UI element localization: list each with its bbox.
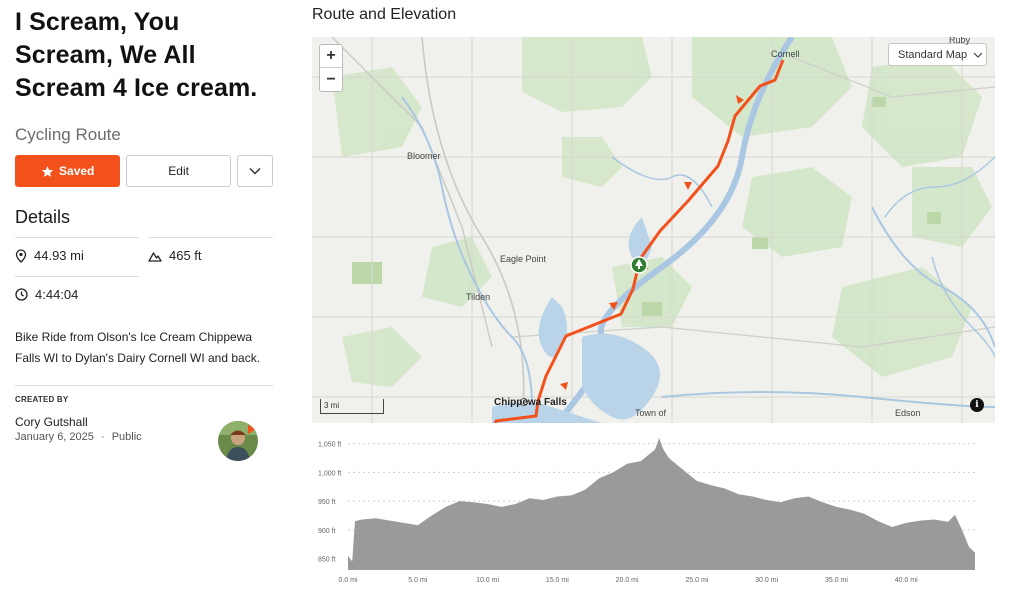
map-scale: 3 mi [320,399,384,414]
action-bar: Saved Edit [15,155,273,187]
edit-button[interactable]: Edit [126,155,231,187]
divider [15,385,273,386]
distance-stat: 44.93 mi [15,237,139,263]
duration-value: 4:44:04 [35,287,79,302]
place-chippewa-falls: Chippewa Falls [494,397,567,408]
info-icon[interactable]: i [970,398,984,412]
x-tick-label: 0.0 mi [338,577,358,584]
saved-button[interactable]: Saved [15,155,121,187]
place-cornell: Cornell [771,49,800,59]
place-tilden: Tilden [466,292,491,302]
chevron-down-icon [249,167,261,175]
y-tick-label: 900 ft [318,528,336,535]
clock-icon [15,288,28,301]
place-bloomer: Bloomer [407,151,441,161]
x-tick-label: 20.0 mi [616,577,639,584]
elevation-area [348,438,975,570]
elevation-stat: 465 ft [148,237,273,263]
x-tick-label: 5.0 mi [408,577,428,584]
meta-separator: · [100,431,105,443]
distance-value: 44.93 mi [34,248,84,263]
place-edson: Edson [895,408,921,418]
route-type: Cycling Route [15,125,121,144]
star-icon [41,165,54,177]
place-town-of: Town of [635,408,667,418]
map-canvas [312,37,995,423]
created-by-label: CREATED BY [15,395,69,404]
x-tick-label: 10.0 mi [476,577,499,584]
route-stats: 44.93 mi 465 ft 4:44:04 [15,237,273,317]
more-options-button[interactable] [236,155,273,187]
y-tick-label: 1,000 ft [318,470,341,477]
map-type-label: Standard Map [898,48,968,61]
zoom-in-button[interactable]: + [320,45,342,68]
route-description: Bike Ride from Olson's Ice Cream Chippew… [15,330,261,365]
route-map[interactable]: + − Standard Map Ruby Cornell Bloomer Ea… [312,37,995,423]
route-title: I Scream, You Scream, We All Scream 4 Ic… [15,8,258,102]
mountain-icon [148,251,162,262]
created-date: January 6, 2025 [15,431,94,443]
saved-label: Saved [59,164,95,178]
map-type-select[interactable]: Standard Map [888,43,987,66]
route-sidebar: I Scream, You Scream, We All Scream 4 Ic… [15,6,273,443]
x-tick-label: 35.0 mi [825,577,848,584]
x-tick-label: 40.0 mi [895,577,918,584]
y-tick-label: 950 ft [318,499,336,506]
duration-stat: 4:44:04 [15,276,139,302]
elevation-chart: 1,050 ft 1,000 ft 950 ft 900 ft 850 ft 0.0 mi… [312,430,995,590]
y-tick-label: 1,050 ft [318,442,341,449]
x-tick-label: 25.0 mi [685,577,708,584]
x-tick-label: 15.0 mi [546,577,569,584]
x-tick-label: 30.0 mi [755,577,778,584]
elevation-plot: 1,050 ft 1,000 ft 950 ft 900 ft 850 ft 0.0 mi… [318,438,975,584]
avatar[interactable] [218,421,258,461]
zoom-out-button[interactable]: − [320,68,342,91]
chevron-down-icon [973,52,983,58]
zoom-controls: + − [319,44,343,92]
place-ruby: Ruby [949,37,971,45]
place-eagle-point: Eagle Point [500,254,547,264]
y-tick-label: 850 ft [318,557,336,564]
location-pin-icon [15,248,27,263]
elevation-value: 465 ft [169,248,202,263]
visibility: Public [111,431,142,443]
details-heading: Details [15,207,71,227]
section-title: Route and Elevation [312,6,457,23]
